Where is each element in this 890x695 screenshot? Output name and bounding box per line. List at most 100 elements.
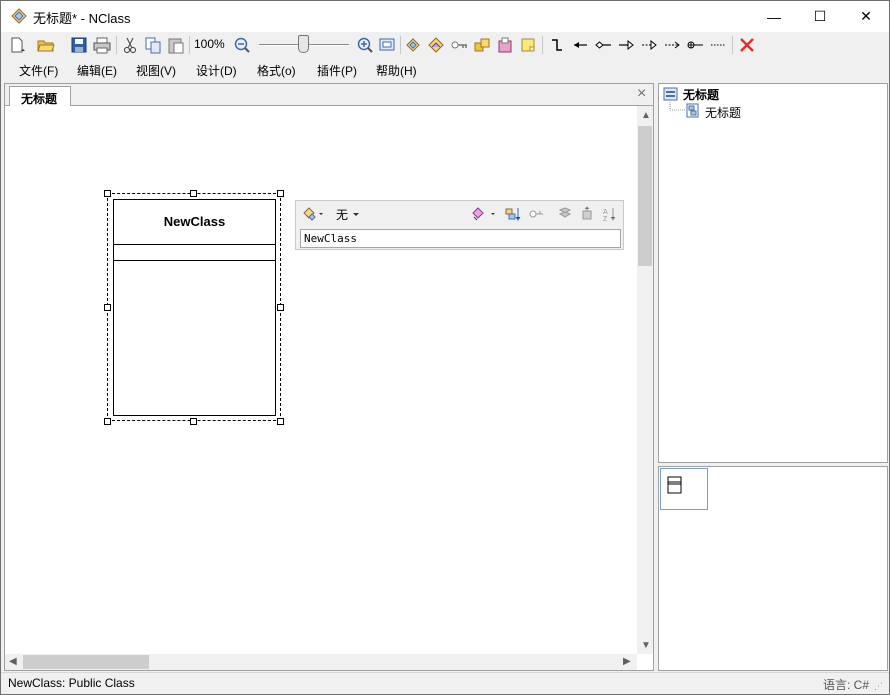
composition-arrow-button[interactable] xyxy=(593,35,613,55)
toolbar-separator xyxy=(542,36,543,54)
menu-help[interactable]: 帮助(H) xyxy=(376,62,417,79)
menu-format[interactable]: 格式(o) xyxy=(257,62,296,79)
copy-icon xyxy=(145,37,161,54)
delete-button[interactable] xyxy=(737,35,757,55)
zoom-slider-thumb[interactable] xyxy=(298,35,309,53)
nesting-arrow-button[interactable] xyxy=(685,35,705,55)
association-arrow-icon xyxy=(574,42,587,48)
new-document-button[interactable] xyxy=(7,35,27,55)
new-association-icon xyxy=(451,41,467,49)
tree-diagram-node[interactable]: 无标题 xyxy=(705,104,741,121)
resize-handle[interactable] xyxy=(190,418,197,425)
generalization-arrow-button[interactable] xyxy=(616,35,636,55)
association-arrow-button[interactable] xyxy=(570,35,590,55)
new-composition-icon xyxy=(474,38,490,52)
tree-project-node[interactable]: 无标题 xyxy=(683,86,719,103)
resize-handle[interactable] xyxy=(190,190,197,197)
svg-text:A: A xyxy=(603,209,608,216)
document-area: 无标题 × NewClass 无 A Z NewClass ▲ ▼ ◀ ▶ xyxy=(4,83,654,671)
navigator-viewport[interactable] xyxy=(660,468,708,510)
model-explorer: 无标题 无标题 xyxy=(658,83,888,463)
resize-handle[interactable] xyxy=(104,304,111,311)
access-modifier-button[interactable] xyxy=(302,205,324,223)
comment-link-button[interactable] xyxy=(708,35,728,55)
new-association-button[interactable] xyxy=(449,35,469,55)
dependency-arrow-icon xyxy=(665,41,680,49)
toolbar-separator xyxy=(189,36,190,54)
realization-arrow-button[interactable] xyxy=(639,35,659,55)
close-window-button[interactable]: ✕ xyxy=(843,1,889,32)
new-composition-button[interactable] xyxy=(472,35,492,55)
dependency-arrow-button[interactable] xyxy=(662,35,682,55)
new-interface-button[interactable] xyxy=(426,35,446,55)
menu-bar: 文件(F) 编辑(E) 视图(V) 设计(D) 格式(o) 插件(P) 帮助(H… xyxy=(1,58,889,82)
add-member-button[interactable] xyxy=(471,205,497,223)
menu-plugins[interactable]: 插件(P) xyxy=(317,62,357,79)
access-dropdown-button[interactable] xyxy=(352,205,360,223)
svg-text:Z: Z xyxy=(603,216,608,222)
paste-button[interactable] xyxy=(166,35,186,55)
realization-arrow-icon xyxy=(642,39,657,51)
link-button[interactable] xyxy=(528,205,544,223)
copy-button[interactable] xyxy=(143,35,163,55)
vertical-scrollbar[interactable]: ▲ ▼ xyxy=(637,106,653,654)
resize-handle[interactable] xyxy=(277,190,284,197)
resize-handle[interactable] xyxy=(104,418,111,425)
move-up-button[interactable] xyxy=(556,205,574,223)
horizontal-scroll-thumb[interactable] xyxy=(23,655,149,669)
nclass-logo-icon xyxy=(11,8,27,24)
menu-view[interactable]: 视图(V) xyxy=(136,62,176,79)
connector-button[interactable] xyxy=(547,35,567,55)
menu-file[interactable]: 文件(F) xyxy=(19,62,58,79)
toolbar-separator xyxy=(116,36,117,54)
zoom-in-icon xyxy=(357,37,373,53)
diagram-navigator xyxy=(658,466,888,671)
diagram-canvas[interactable]: NewClass 无 A Z NewClass xyxy=(5,106,637,654)
class-divider xyxy=(114,260,275,261)
class-name-input[interactable]: NewClass xyxy=(300,229,621,248)
sort-members-button[interactable] xyxy=(504,205,522,223)
resize-handle[interactable] xyxy=(277,418,284,425)
access-modifier-icon xyxy=(303,207,323,221)
scroll-down-arrow-icon[interactable]: ▼ xyxy=(641,640,651,651)
sort-alpha-icon: AZ xyxy=(603,208,616,222)
scroll-left-arrow-icon[interactable]: ◀ xyxy=(9,656,17,667)
save-button[interactable] xyxy=(69,35,89,55)
resize-grip-icon[interactable]: ⋰ xyxy=(874,681,883,692)
horizontal-scrollbar[interactable]: ◀ ▶ xyxy=(5,654,637,670)
access-modifier-label[interactable]: 无 xyxy=(336,206,348,223)
move-down-button[interactable] xyxy=(580,205,598,223)
new-class-button[interactable] xyxy=(403,35,423,55)
print-button[interactable] xyxy=(92,35,112,55)
class-divider xyxy=(114,244,275,245)
new-interface-icon xyxy=(428,37,444,53)
tab-close-button[interactable]: × xyxy=(637,86,646,102)
chevron-down-icon xyxy=(353,213,359,216)
zoom-in-button[interactable] xyxy=(355,35,375,55)
resize-handle[interactable] xyxy=(277,304,284,311)
minimize-button[interactable]: — xyxy=(751,1,797,32)
sort-members-icon xyxy=(505,208,521,221)
new-class-icon xyxy=(406,38,420,52)
maximize-button[interactable]: ☐ xyxy=(797,1,843,32)
open-button[interactable] xyxy=(36,35,56,55)
add-member-icon xyxy=(472,207,495,221)
menu-edit[interactable]: 编辑(E) xyxy=(77,62,117,79)
sort-alpha-button[interactable]: AZ xyxy=(602,205,618,223)
cut-button[interactable] xyxy=(120,35,140,55)
menu-design[interactable]: 设计(D) xyxy=(196,62,237,79)
new-comment-button[interactable] xyxy=(518,35,538,55)
title-bar: 无标题* - NClass — ☐ ✕ xyxy=(1,1,889,32)
new-package-button[interactable] xyxy=(495,35,515,55)
class-shape[interactable]: NewClass xyxy=(113,199,276,416)
resize-handle[interactable] xyxy=(104,190,111,197)
scroll-up-arrow-icon[interactable]: ▲ xyxy=(641,110,651,121)
member-up-icon xyxy=(558,207,572,218)
tab-untitled[interactable]: 无标题 xyxy=(9,86,71,107)
status-text: NewClass: Public Class xyxy=(8,676,135,690)
vertical-scroll-thumb[interactable] xyxy=(638,126,652,266)
zoom-out-button[interactable] xyxy=(232,35,252,55)
scroll-right-arrow-icon[interactable]: ▶ xyxy=(623,656,631,667)
auto-zoom-button[interactable] xyxy=(377,35,397,55)
language-indicator[interactable]: 语言: C# xyxy=(823,676,869,693)
